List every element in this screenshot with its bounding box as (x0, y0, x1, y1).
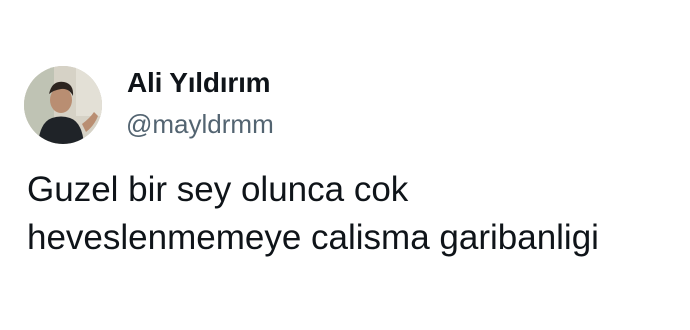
tweet-text: Guzel bir sey olunca cok heveslenmemeye … (27, 166, 672, 262)
tweet-card: Ali Yıldırım @mayldrmm Guzel bir sey olu… (0, 0, 690, 330)
tweet-text-line: Guzel bir sey olunca cok (27, 170, 409, 209)
profile-photo-icon (24, 66, 102, 144)
avatar[interactable] (24, 66, 102, 144)
author-name[interactable]: Ali Yıldırım (127, 67, 271, 99)
author-handle[interactable]: @mayldrmm (126, 109, 274, 140)
tweet-text-line: heveslenmemeye calisma garibanligi (27, 218, 599, 257)
